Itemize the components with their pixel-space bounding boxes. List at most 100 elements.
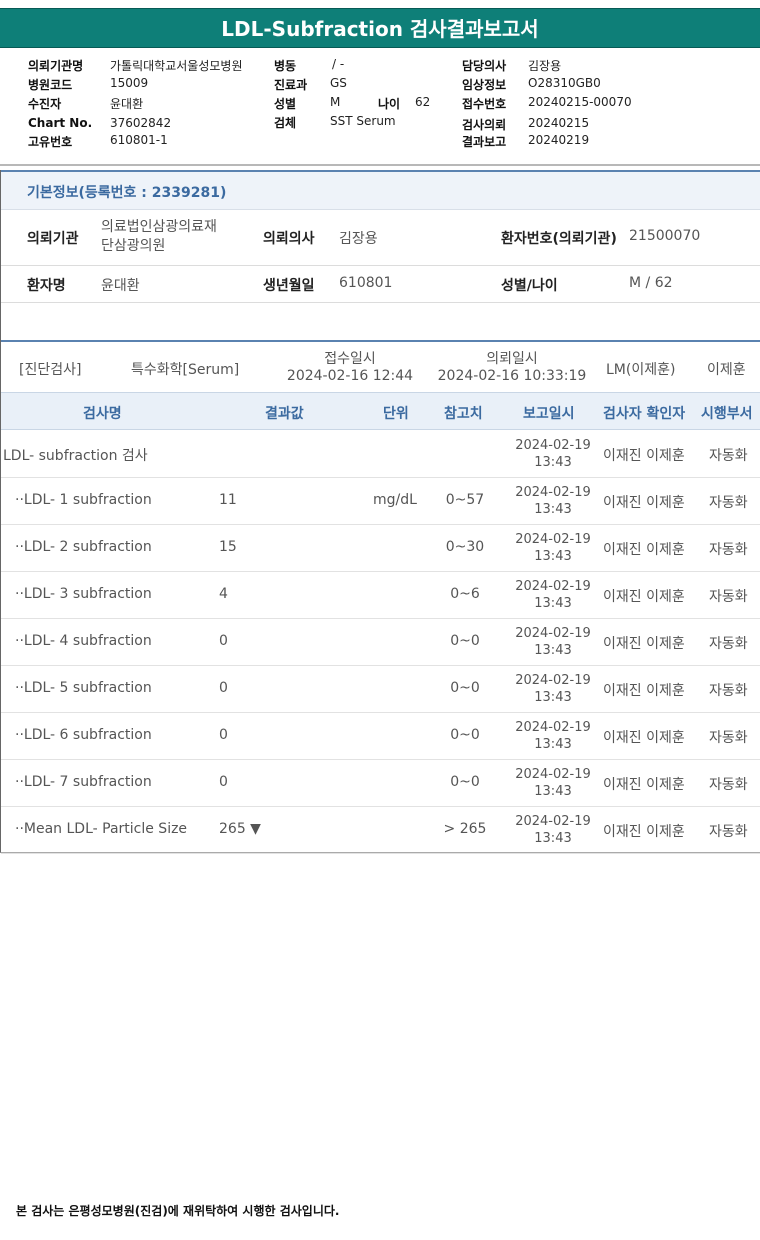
receipt-datetime-label: 접수일시 [324,351,376,367]
reference-range: 0~0 [450,774,480,790]
confirmer: 이재진 이제훈 [603,542,685,558]
req-doctor-value: 김장용 [339,231,378,247]
reference-range: 0~0 [450,633,480,649]
chart-no-label: Chart No. [28,116,93,130]
patient-label: 수진자 [28,97,62,111]
unit: mg/dL [373,492,417,508]
age-value: 62 [415,95,431,109]
request-datetime-label: 의뢰일시 [486,351,538,367]
footer-note: 본 검사는 은평성모병원(진검)에 재위탁하여 시행한 검사입니다. [16,1204,340,1218]
header-info: 의뢰기관명 가톨릭대학교서울성모병원 병원코드 15009 수진자 윤대환 Ch… [0,56,760,156]
result-value: 265 ▼ [219,821,261,837]
col-dept: 시행부서 [701,406,753,422]
diagnosis-type: [진단검사] [19,362,82,378]
report-date: 2024-02-19 [515,814,591,829]
department: 자동화 [709,542,748,558]
reference-range: 0~30 [445,539,485,555]
doctor-label: 담당의사 [462,59,507,73]
report-datetime: 2024-02-19 13:43 [513,766,593,800]
age-label: 나이 [378,97,401,111]
hospital-code-label: 병원코드 [28,78,73,92]
specimen-label: 검체 [274,116,297,130]
dept-label: 진료과 [274,78,308,92]
table-row: ··LDL- 3 subfraction 4 0~6 이재진 이제훈 자동화 2024-0… [1,572,760,619]
table-header: 검사명 결과값 단위 참고치 보고일시 검사자 확인자 시행부서 [1,392,760,430]
inst-value: 의료법인삼광의료재 단삼광의원 [101,218,217,256]
request-datetime-value: 2024-02-16 10:33:19 [437,368,587,384]
chart-no-value: 37602842 [110,116,172,130]
report-time: 13:43 [534,690,572,705]
reference-range: 0~0 [450,727,480,743]
row-divider [1,302,760,303]
sex-age-label: 성별/나이 [501,278,558,294]
receipt-no-value: 20240215-00070 [528,95,632,109]
basic-info-heading: 기본정보(등록번호 : 2339281) [1,170,760,210]
sex-value: M [330,95,341,109]
diagnosis-row: [진단검사] 특수화학[Serum] 접수일시 2024-02-16 12:44… [1,342,760,392]
test-name: ··LDL- 3 subfraction [15,586,152,602]
reference-range: 0~0 [450,680,480,696]
table-row: LDL- subfraction 검사 이재진 이제훈 자동화 2024-02-19 1… [1,431,760,478]
reference-range: > 265 [443,821,487,837]
report-time: 13:43 [534,643,572,658]
inst-value-line2: 단삼광의원 [101,238,166,254]
report-datetime: 2024-02-19 13:43 [513,719,593,753]
department: 자동화 [709,730,748,746]
result-value: 0 [219,774,228,790]
report-date: 2024-02-19 [515,579,591,594]
department: 자동화 [709,824,748,840]
clinical-info-value: O28310GB0 [528,76,601,90]
report-time: 13:43 [534,784,572,799]
test-name: ··LDL- 4 subfraction [15,633,152,649]
confirmer: 이재진 이제훈 [603,730,685,746]
result-report-value: 20240219 [528,133,590,147]
confirmer: 이재진 이제훈 [603,448,685,464]
col-unit: 단위 [383,406,409,422]
report-datetime: 2024-02-19 13:43 [513,672,593,706]
col-report-date: 보고일시 [523,406,575,422]
department: 자동화 [709,495,748,511]
institution-label: 의뢰기관명 [28,59,84,73]
dept-value: GS [330,76,347,90]
basic-info-title: 기본정보(등록번호 : 2339281) [27,185,227,201]
report-datetime: 2024-02-19 13:43 [513,625,593,659]
hospital-code-value: 15009 [110,76,149,90]
test-request-value: 20240215 [528,116,590,130]
test-name: ··LDL- 1 subfraction [15,492,152,508]
req-doctor-label: 의뢰의사 [263,231,315,247]
report-date: 2024-02-19 [515,626,591,641]
report-title: LDL-Subfraction 검사결과보고서 [0,8,760,48]
confirmer: 이재진 이제훈 [603,589,685,605]
receipt-no-label: 접수번호 [462,97,507,111]
reference-range: 0~6 [450,586,480,602]
department: 자동화 [709,636,748,652]
patient-name-value: 윤대환 [101,278,140,294]
report-date: 2024-02-19 [515,767,591,782]
report-date: 2024-02-19 [515,485,591,500]
patient-id-label: 환자번호(의뢰기관) [501,231,617,247]
doctor-value: 김장용 [528,59,562,73]
test-name: LDL- subfraction 검사 [3,448,148,464]
patient-id-value: 21500070 [629,228,701,244]
specimen-value: SST Serum [330,114,396,128]
test-name: ··LDL- 6 subfraction [15,727,152,743]
table-row: ··LDL- 6 subfraction 0 0~0 이재진 이제훈 자동화 2024-0… [1,713,760,760]
col-confirmer: 검사자 확인자 [603,406,686,422]
test-name: ··LDL- 5 subfraction [15,680,152,696]
row-divider [1,265,760,266]
report-datetime: 2024-02-19 13:43 [513,437,593,471]
inst-value-line1: 의료법인삼광의료재 [101,219,217,235]
section-divider [0,164,760,166]
institution-value: 가톨릭대학교서울성모병원 [110,59,243,73]
report-time: 13:43 [534,455,572,470]
patient-name-label: 환자명 [27,278,66,294]
result-report-label: 결과보고 [462,135,507,149]
report-datetime: 2024-02-19 13:43 [513,813,593,847]
reference-range: 0~57 [445,492,485,508]
department: 자동화 [709,589,748,605]
report-time: 13:43 [534,502,572,517]
dob-value: 610801 [339,275,393,291]
result-value: 0 [219,727,228,743]
confirmer: 이재진 이제훈 [603,777,685,793]
result-panel: 기본정보(등록번호 : 2339281) 의뢰기관 의료법인삼광의료재 단삼광의… [0,170,760,854]
